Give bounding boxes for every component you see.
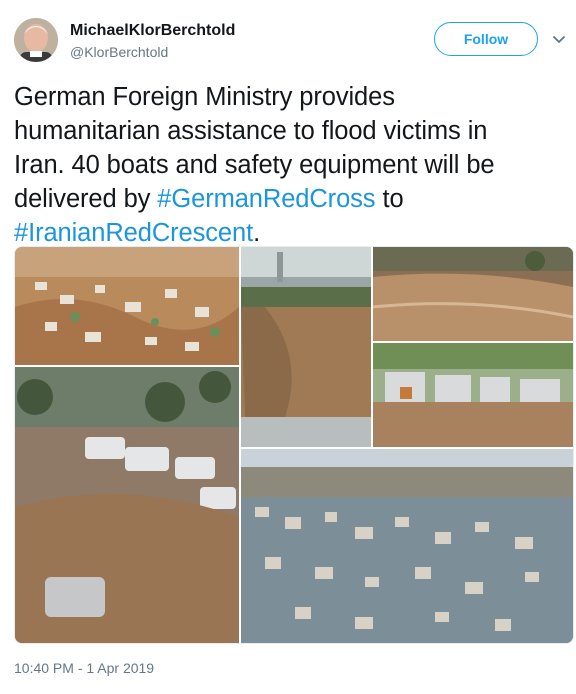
flood-photo-collage xyxy=(15,247,573,643)
avatar-image xyxy=(14,18,58,62)
follow-button[interactable]: Follow xyxy=(434,22,538,56)
tweet-media-collage[interactable] xyxy=(14,246,574,644)
photo-flooded-tents xyxy=(373,343,573,447)
tweet-line-4-post: to xyxy=(375,185,404,213)
tweet-line-1: German Foreign Ministry provides xyxy=(14,83,395,111)
tweet-line-4: delivered by #GermanRedCross to xyxy=(14,182,566,216)
tweet-line-4-pre: delivered by xyxy=(14,185,158,213)
hashtag-german-red-cross[interactable]: #GermanRedCross xyxy=(157,185,375,213)
photo-muddy-river xyxy=(372,247,573,341)
tweet-timestamp[interactable]: 10:40 PM - 1 Apr 2019 xyxy=(14,660,154,676)
avatar[interactable] xyxy=(14,18,58,62)
chevron-down-icon[interactable] xyxy=(552,33,566,47)
tweet-line-5-post: . xyxy=(253,219,261,247)
tweet-text: German Foreign Ministry provides humanit… xyxy=(14,80,566,250)
photo-cars-flood xyxy=(15,367,239,643)
tweet-line-5: #IranianRedCrescent. xyxy=(14,216,566,250)
author-name[interactable]: MichaelKlorBerchtold xyxy=(70,22,235,40)
photo-aerial-village xyxy=(15,247,239,365)
photo-river-tower xyxy=(241,247,371,447)
photo-aerial-city xyxy=(241,449,573,643)
tweet-line-3: Iran. 40 boats and safety equipment will… xyxy=(14,151,495,179)
hashtag-iranian-red-crescent[interactable]: #IranianRedCrescent xyxy=(14,219,253,247)
author-handle[interactable]: @KlorBerchtold xyxy=(70,44,168,60)
tweet-header: MichaelKlorBerchtold @KlorBerchtold Foll… xyxy=(0,0,576,80)
tweet-line-2: humanitarian assistance to flood victims… xyxy=(14,117,488,145)
